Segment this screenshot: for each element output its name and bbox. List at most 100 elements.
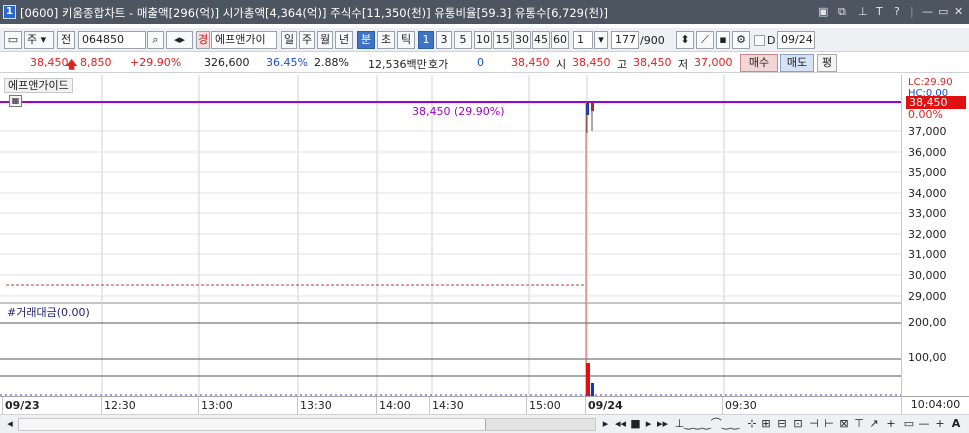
- price-tick-label: 33,000: [908, 207, 947, 220]
- divider-icon: |: [910, 5, 914, 18]
- bars-icon[interactable]: ⊟: [776, 417, 788, 432]
- price-pane-legend[interactable]: 에프앤가이드: [4, 78, 73, 93]
- time-tick-separator: [376, 397, 377, 414]
- stock-name-field[interactable]: 에프앤가이: [211, 31, 277, 49]
- font-size-icon[interactable]: A: [950, 417, 962, 432]
- chart-svg[interactable]: [0, 75, 969, 413]
- text-icon[interactable]: T: [876, 5, 883, 18]
- time-axis: 09/23 12:30 13:00 13:30 14:00 14:30 15:00 09/24…: [0, 396, 969, 415]
- volume-pane-legend[interactable]: #거래대금(0.00): [4, 306, 93, 321]
- chevron-down-icon[interactable]: ▾: [594, 31, 608, 49]
- chart-icon[interactable]: ⊞: [760, 417, 772, 432]
- zoom-out-icon[interactable]: —: [918, 417, 930, 432]
- prev-button[interactable]: 전: [57, 31, 75, 49]
- minute-45-button[interactable]: 45: [532, 31, 550, 49]
- period-select[interactable]: 주 ▾: [24, 31, 54, 49]
- time-readout: 10:04:00: [901, 397, 969, 415]
- price-summary-row: 38,450 🡅 8,850 +29.90% 326,600 36.45% 2.…: [0, 53, 969, 73]
- link-icon[interactable]: ▣: [818, 5, 828, 18]
- zoom-in-icon[interactable]: +: [885, 417, 897, 432]
- layer-icon[interactable]: ⊤: [853, 417, 865, 432]
- speaker-icon[interactable]: ◂▸: [166, 31, 193, 49]
- search-icon[interactable]: ⌕: [147, 31, 164, 49]
- maximize-icon[interactable]: ▭: [938, 5, 948, 18]
- tab-minute[interactable]: 분: [357, 31, 375, 49]
- quote-label: 호가: [428, 58, 449, 71]
- tab-day[interactable]: 일: [281, 31, 297, 49]
- stock-code-input[interactable]: 064850: [78, 31, 146, 49]
- minute-input[interactable]: 1: [573, 31, 593, 49]
- minute-5-button[interactable]: 5: [454, 31, 472, 49]
- period-select-value: 주: [27, 33, 38, 46]
- close-icon[interactable]: ✕: [954, 5, 963, 18]
- volume-ratio: 36.45%: [266, 56, 308, 69]
- minute-30-button[interactable]: 30: [513, 31, 531, 49]
- candle-tool-icon[interactable]: ⬍: [676, 31, 694, 49]
- minute-15-button[interactable]: 15: [493, 31, 512, 49]
- average-button[interactable]: 평: [817, 54, 837, 72]
- time-tick-label: 09:30: [725, 399, 757, 412]
- chart-area[interactable]: 에프앤가이드 ▦ 38,450 (29.90%) LC:29.90 HC:0.0…: [0, 75, 969, 413]
- time-tick-label: 14:30: [432, 399, 464, 412]
- d-label: D: [767, 34, 776, 47]
- table-icon[interactable]: ▦: [9, 95, 22, 107]
- high-price: 38,450: [633, 56, 672, 69]
- d-checkbox[interactable]: [754, 35, 765, 46]
- help-icon[interactable]: ?: [894, 5, 900, 18]
- tab-month[interactable]: 월: [317, 31, 333, 49]
- time-tick-separator: [101, 397, 102, 414]
- high-label: 고: [617, 58, 628, 71]
- toggle-icon[interactable]: ⊢: [823, 417, 835, 432]
- price-annotation: 38,450 (29.90%): [412, 105, 505, 118]
- window-number-badge[interactable]: 1: [3, 5, 16, 19]
- tab-tick[interactable]: 틱: [397, 31, 415, 49]
- toggle-bar-icon[interactable]: ▭: [902, 417, 916, 432]
- window-title: [0600] 키움종합차트 - 매출액[296(억)] 시가총액[4,364(억…: [20, 6, 609, 20]
- minute-60-button[interactable]: 60: [551, 31, 569, 49]
- scroll-left-icon[interactable]: ◂: [4, 417, 16, 432]
- arrow-icon[interactable]: ↗: [868, 417, 880, 432]
- buy-button[interactable]: 매수: [740, 54, 778, 72]
- minute-3-button[interactable]: 3: [436, 31, 452, 49]
- up-arrow-icon: 🡅: [66, 58, 78, 71]
- save-icon[interactable]: ▪: [716, 31, 730, 49]
- date-input[interactable]: 09/24: [777, 31, 815, 49]
- horizontal-scrollbar[interactable]: [18, 418, 596, 431]
- crosshair-icon[interactable]: ⊹: [746, 417, 758, 432]
- forward-icon[interactable]: ▸▸: [656, 417, 669, 432]
- settings-icon[interactable]: ⊠: [838, 417, 850, 432]
- pin-icon[interactable]: ⊥: [858, 5, 868, 18]
- scrollbar-thumb[interactable]: [485, 419, 595, 430]
- ruler-icon[interactable]: ⊣: [808, 417, 820, 432]
- volume-tick-label: 200,00: [908, 316, 947, 329]
- price-tick-label: 32,000: [908, 228, 947, 241]
- zoom-slider[interactable]: ⊥‿‿‿⌒‿‿: [672, 417, 742, 432]
- zoom-in-plus-icon[interactable]: +: [934, 417, 946, 432]
- bar-count-input[interactable]: 177: [611, 31, 639, 49]
- volume-bar: [591, 383, 594, 396]
- trade-amount: 12,536백만: [368, 58, 427, 71]
- open-price: 38,450: [572, 56, 611, 69]
- lc-label: LC:29.90: [908, 77, 953, 88]
- play-icon[interactable]: ▸: [643, 417, 654, 432]
- pct-label: 0.00%: [908, 108, 943, 121]
- quote-value: 0: [477, 56, 484, 69]
- tab-week[interactable]: 주: [299, 31, 315, 49]
- minute-10-button[interactable]: 10: [474, 31, 492, 49]
- price-tick-label: 30,000: [908, 269, 947, 282]
- minute-1-button[interactable]: 1: [418, 31, 434, 49]
- stop-icon[interactable]: ■: [630, 417, 641, 432]
- volume-tick-label: 100,00: [908, 351, 947, 364]
- tab-second[interactable]: 초: [377, 31, 395, 49]
- rewind-icon[interactable]: ◂◂: [614, 417, 627, 432]
- drawing-tool-icon[interactable]: ⟋: [696, 31, 714, 49]
- chart-layout-icon[interactable]: ▭: [4, 31, 22, 49]
- tab-year[interactable]: 년: [335, 31, 353, 49]
- grid-icon[interactable]: ⊡: [792, 417, 804, 432]
- minimize-icon[interactable]: —: [922, 5, 933, 18]
- gear-icon[interactable]: ⚙: [732, 31, 750, 49]
- sell-button[interactable]: 매도: [780, 54, 814, 72]
- scroll-right-icon[interactable]: ▸: [600, 417, 611, 432]
- time-tick-label: 13:30: [300, 399, 332, 412]
- copy-icon[interactable]: ⧉: [838, 5, 846, 19]
